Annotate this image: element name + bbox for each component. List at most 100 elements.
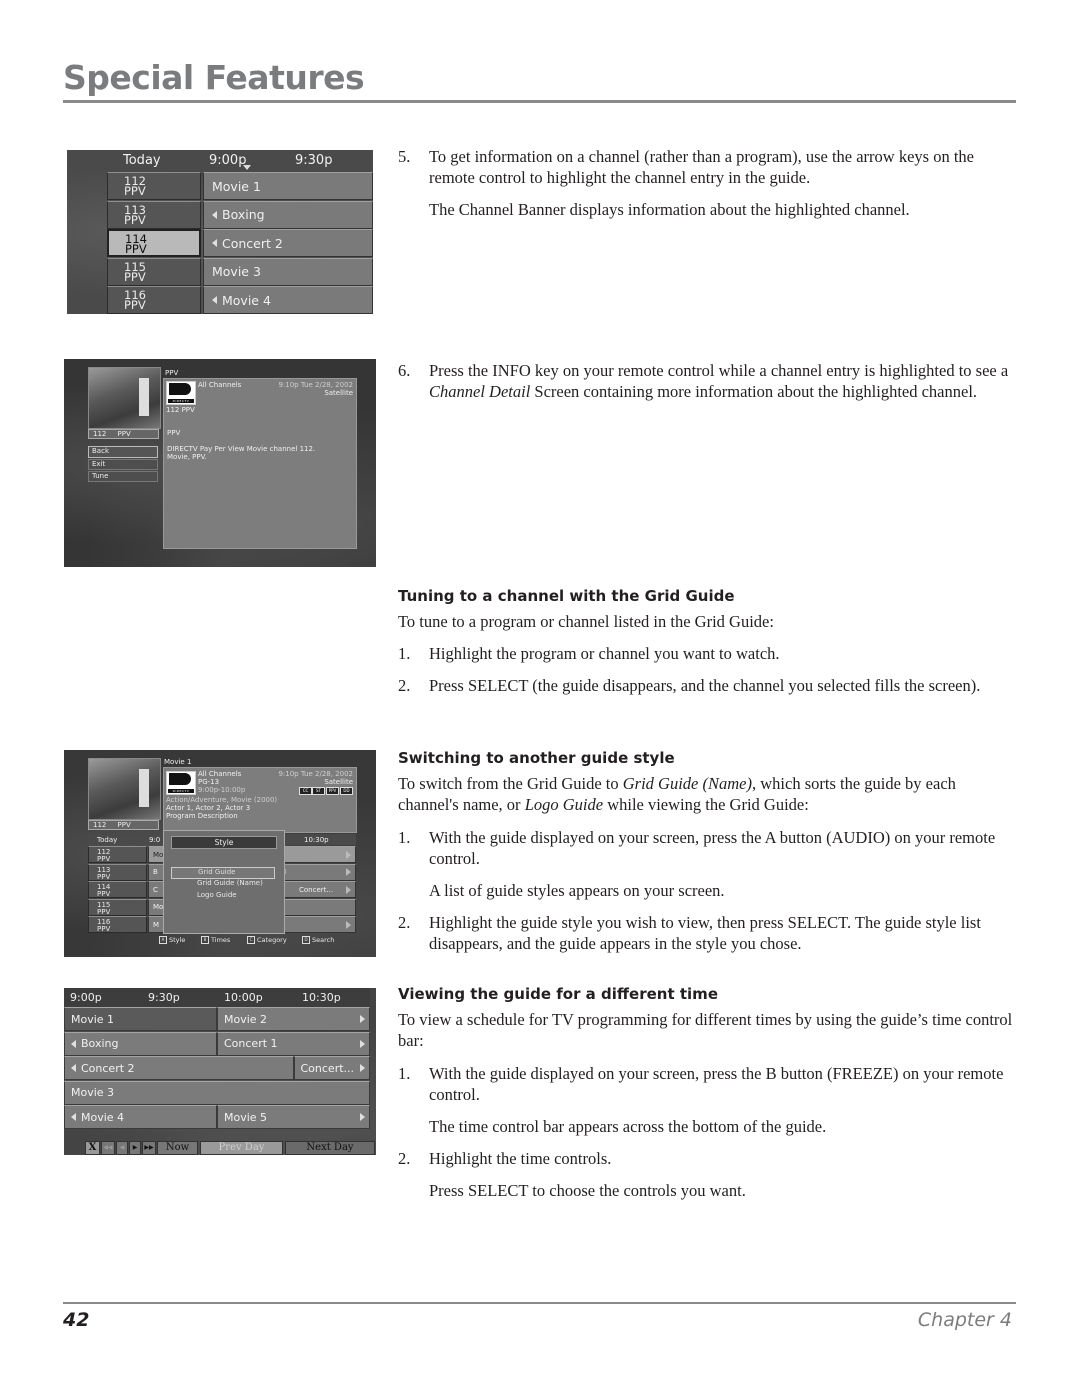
continues-right-icon [346, 868, 351, 876]
step-text: Press SELECT (the guide disappears, and … [429, 676, 981, 695]
continues-left-icon [71, 1064, 76, 1072]
a-button-icon: A [159, 936, 167, 944]
guide-style-screenshot: 112 PPV Movie 1 DIRECTV All Channels PG-… [64, 750, 376, 957]
continues-right-icon [360, 1064, 365, 1072]
rewind-fast-button[interactable]: ◀◀ [101, 1141, 115, 1155]
program-cell[interactable]: Movie 3 [203, 257, 373, 286]
tuning-intro: To tune to a program or channel listed i… [398, 612, 774, 631]
forward-button[interactable]: ▶ [129, 1141, 141, 1155]
channel-cell[interactable]: 112 PPV [88, 846, 147, 863]
header-day: Today [123, 153, 161, 168]
step-text: Highlight the program or channel you wan… [429, 644, 780, 663]
grid-guide-screenshot: Today 9:00p 9:30p 112 PPV Movie 1 113 PPV Box… [67, 150, 373, 314]
channel-cell[interactable]: 113 PPV [88, 863, 147, 881]
directv-logo: DIRECTV [166, 381, 196, 405]
step-text-part: Press the INFO key on your remote contro… [429, 361, 1009, 380]
thumb-channel-type: PPV [117, 430, 131, 438]
forward-fast-button[interactable]: ▶▶ [142, 1141, 156, 1155]
step-number: 1. [398, 828, 411, 847]
step-text: To get information on a channel (rather … [429, 147, 974, 187]
grid-header-day: Today [97, 836, 118, 844]
channel-type: PPV [124, 269, 146, 284]
thumbnail-channel-label: 112 PPV [88, 820, 159, 830]
thumb-channel-number: 112 [93, 430, 107, 438]
program-title: Movie 3 [212, 264, 261, 279]
channel-cell[interactable]: 113 PPV [107, 200, 201, 229]
prev-day-button[interactable]: Prev Day [200, 1141, 283, 1155]
channel-cell[interactable]: 116 PPV [107, 286, 201, 314]
title-divider [63, 100, 1016, 103]
next-day-button[interactable]: Next Day [285, 1141, 375, 1155]
thumbnail-image [139, 769, 149, 807]
source: Satellite [324, 778, 353, 786]
legend-label: Times [211, 936, 231, 944]
step-number: 2. [398, 913, 411, 932]
program-title: Mo [153, 903, 164, 911]
program-title: Boxing [222, 207, 265, 222]
now-button[interactable]: Now [157, 1141, 198, 1155]
program-cell[interactable]: Concert... [293, 1056, 370, 1080]
legend-c[interactable]: C Category [247, 936, 287, 944]
program-title: Movie 4 [222, 292, 271, 308]
program-title: Mo [153, 850, 164, 859]
style-option[interactable]: Grid Guide [171, 867, 275, 879]
program-cell[interactable]: Movie 5 [217, 1105, 370, 1129]
logo-mark-icon [169, 383, 191, 395]
viewing-step-2-note: Press SELECT to choose the controls you … [429, 1181, 746, 1200]
channel-cell[interactable]: 115 PPV [107, 257, 201, 286]
exit-button[interactable]: Exit [88, 459, 158, 470]
program-cell[interactable]: Movie 2 [217, 1007, 370, 1031]
continues-left-icon [71, 1039, 76, 1048]
legend-d[interactable]: D Search [302, 936, 334, 944]
program-cell[interactable]: Concert 1 [217, 1031, 370, 1056]
style-option[interactable]: Grid Guide (Name) [171, 879, 275, 890]
program-cell[interactable]: Movie 1 [64, 1007, 217, 1031]
b-button-icon: B [201, 936, 209, 944]
legend-label: Style [169, 936, 186, 944]
tune-button[interactable]: Tune [88, 471, 158, 482]
section-heading-viewing: Viewing the guide for a different time [398, 985, 718, 1003]
channel-cell[interactable]: 114 PPV [88, 881, 147, 898]
channel-detail-emphasis: Channel Detail [429, 382, 531, 401]
rewind-button[interactable]: ◀ [116, 1141, 128, 1155]
channel-line: 112 PPV [166, 406, 195, 414]
step-text: Highlight the guide style you wish to vi… [429, 913, 981, 953]
program-title-right: Concert... [299, 885, 334, 894]
style-option[interactable]: Logo Guide [171, 891, 275, 902]
program-title: Concert 2 [81, 1061, 135, 1075]
step-text: Highlight the time controls. [429, 1149, 612, 1168]
time-slot-2: 9:30p [148, 991, 180, 1004]
channel-list-name: All Channels [198, 381, 242, 389]
thumb-channel-number: 112 [93, 821, 107, 829]
channel-cell[interactable]: 116 PPV [88, 916, 147, 933]
legend-label: Search [312, 936, 335, 944]
back-button[interactable]: Back [88, 446, 158, 458]
program-cell[interactable]: Movie 3 [64, 1080, 370, 1105]
program-genre: Action/Adventure, Movie (2000) [166, 796, 278, 804]
program-cell[interactable]: Concert 2 [203, 229, 373, 257]
program-title: Concert 2 [222, 235, 283, 251]
continues-right-icon [346, 920, 351, 929]
viewing-step-1: 1. With the guide displayed on your scre… [398, 1063, 1018, 1105]
c-button-icon: C [247, 936, 255, 944]
intro-part: To switch from the Grid Guide to [398, 774, 623, 793]
legend-b[interactable]: B Times [201, 936, 230, 944]
channel-cell[interactable]: 115 PPV [88, 898, 147, 916]
program-cell[interactable]: Boxing [203, 200, 373, 229]
program-cell[interactable]: Movie 1 [203, 172, 373, 200]
program-title: C [153, 885, 158, 894]
step-6: 6. Press the INFO key on your remote con… [398, 360, 1018, 402]
channel-cell[interactable]: 112 PPV [107, 172, 201, 200]
legend-a[interactable]: A Style [159, 936, 185, 944]
continues-right-icon [346, 850, 351, 859]
channel-cell[interactable]: 114 PPV [107, 229, 201, 257]
close-button[interactable]: X [85, 1141, 100, 1155]
date-time: 9:10p Tue 2/28, 2002 [278, 381, 353, 389]
grid-guide-name-emphasis: Grid Guide (Name) [622, 774, 752, 793]
program-cell[interactable]: Movie 4 [64, 1105, 217, 1129]
program-actors: Actor 1, Actor 2, Actor 3 [166, 804, 251, 812]
channel-list-name: All Channels [198, 770, 242, 778]
program-cell[interactable]: Concert 2 [64, 1056, 294, 1080]
program-cell[interactable]: Movie 4 [203, 286, 373, 314]
program-cell[interactable]: Boxing [64, 1031, 217, 1056]
